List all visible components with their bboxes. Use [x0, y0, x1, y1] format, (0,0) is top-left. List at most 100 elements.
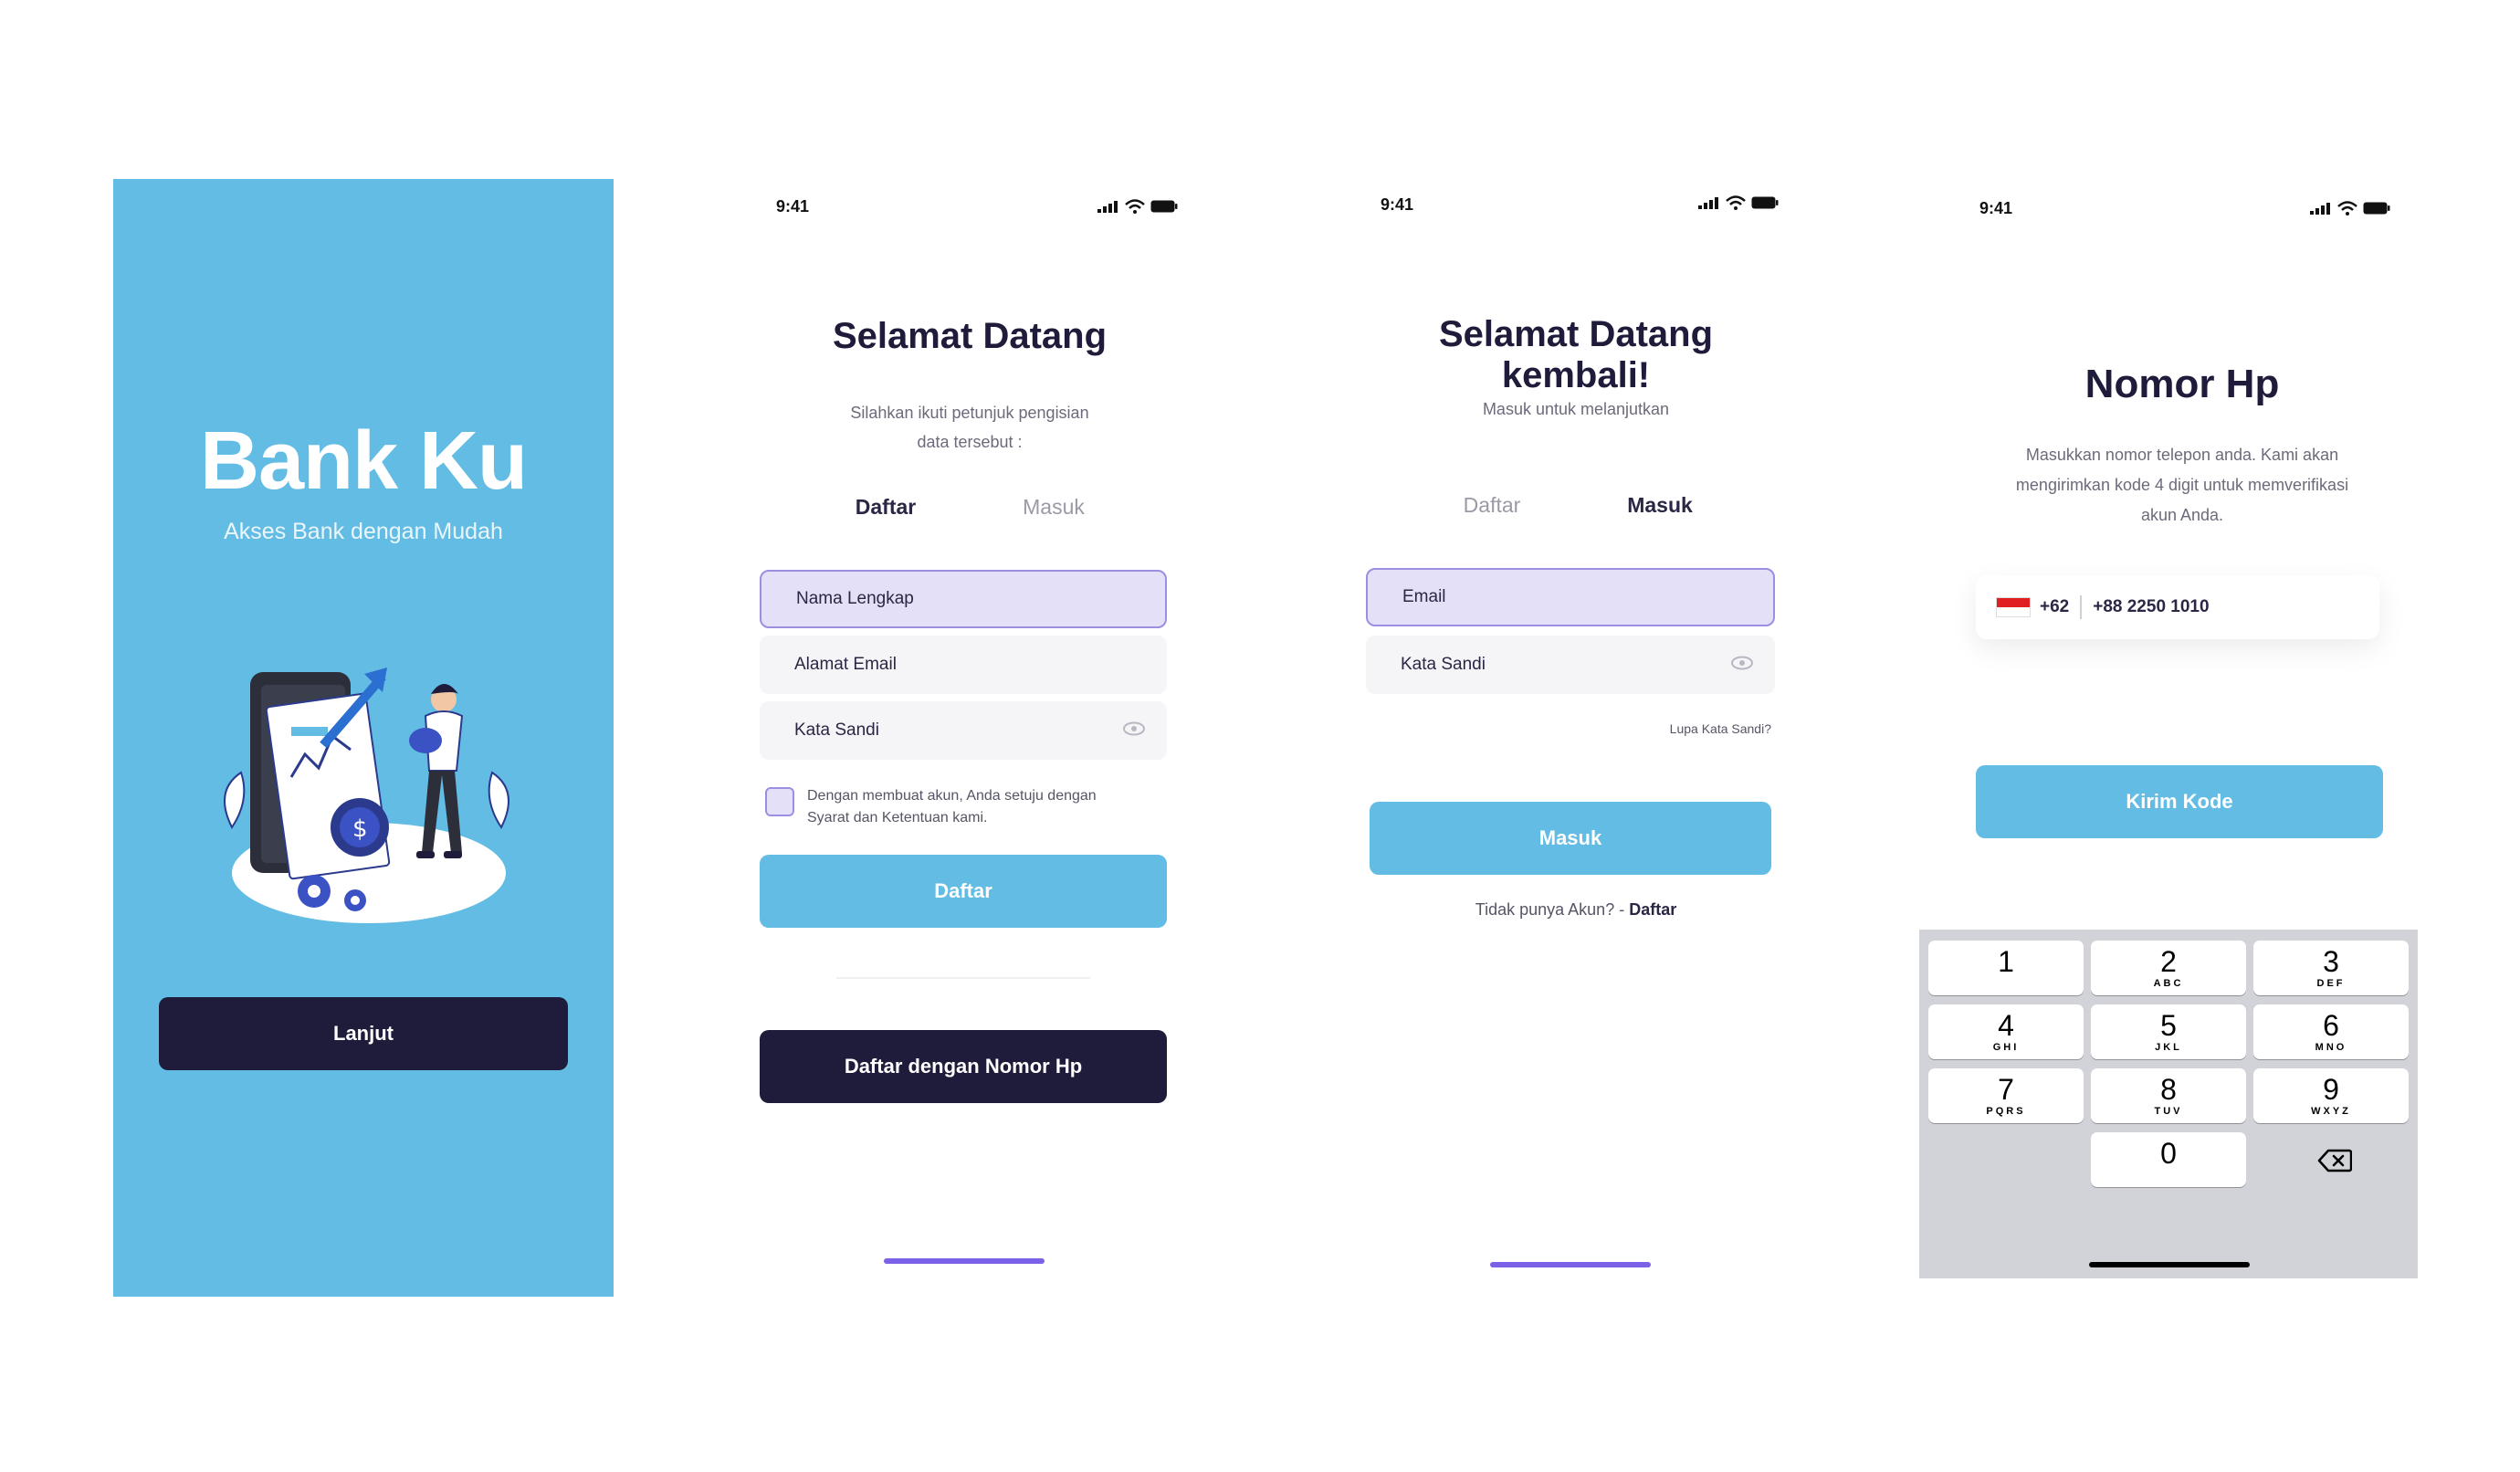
email-input[interactable]: Alamat Email — [760, 636, 1167, 694]
key-letters: MNO — [2315, 1042, 2347, 1053]
email-placeholder: Alamat Email — [794, 655, 897, 674]
brand-logo-text: Bank Ku — [199, 415, 528, 507]
page-subtitle-line1: Silahkan ikuti petunjuk pengisian — [850, 404, 1089, 422]
register-screen: 9:41 Selamat Datang Silahkan ikuti petun… — [760, 179, 1180, 1297]
key-digit: 7 — [1998, 1073, 2014, 1106]
keyboard-home-indicator — [2089, 1262, 2250, 1267]
full-name-input[interactable]: Nama Lengkap — [760, 570, 1167, 628]
banking-illustration: $ — [224, 668, 509, 923]
signup-prompt: Tidak punya Akun? - Daftar — [1366, 900, 1786, 920]
page-title: Selamat Datang — [832, 316, 1108, 356]
status-time: 9:41 — [776, 197, 810, 216]
page-subtitle-line2: data tersebut : — [917, 433, 1023, 451]
key-0[interactable]: 0 — [2091, 1132, 2246, 1187]
send-code-button[interactable]: Kirim Kode — [1976, 765, 2383, 838]
password-input[interactable]: Kata Sandi — [1366, 636, 1775, 694]
key-7[interactable]: 7 PQRS — [1928, 1068, 2084, 1123]
phone-number-value: +88 2250 1010 — [2093, 597, 2210, 616]
key-letters: ABC — [2153, 978, 2184, 989]
password-placeholder: Kata Sandi — [1401, 655, 1486, 674]
tab-daftar[interactable]: Daftar — [1408, 493, 1576, 518]
battery-icon — [1150, 200, 1178, 213]
key-5[interactable]: 5 JKL — [2091, 1004, 2246, 1059]
status-time: 9:41 — [1381, 195, 1414, 214]
key-digit: 5 — [2160, 1009, 2177, 1042]
divider — [836, 977, 1090, 979]
key-6[interactable]: 6 MNO — [2253, 1004, 2409, 1059]
key-digit: 9 — [2323, 1073, 2339, 1106]
key-letters: WXYZ — [2311, 1106, 2351, 1117]
input-separator — [2080, 595, 2083, 619]
password-input[interactable]: Kata Sandi — [760, 701, 1167, 760]
brand-tagline: Akses Bank dengan Mudah — [224, 519, 503, 544]
wifi-icon — [1125, 199, 1145, 214]
page-title: Nomor Hp — [2084, 362, 2280, 406]
forgot-password-link[interactable]: Lupa Kata Sandi? — [1670, 721, 1771, 736]
key-3[interactable]: 3 DEF — [2253, 941, 2409, 995]
key-2[interactable]: 2 ABC — [2091, 941, 2246, 995]
tab-masuk[interactable]: Masuk — [1576, 493, 1744, 518]
key-digit: 2 — [2160, 945, 2177, 978]
key-letters: GHI — [1992, 1042, 2020, 1053]
key-letters: TUV — [2154, 1106, 2183, 1117]
page-title: Selamat Datang kembali! — [1438, 314, 1714, 395]
key-letters: JKL — [2155, 1042, 2182, 1053]
terms-line2: Syarat dan Ketentuan kami. — [807, 810, 988, 825]
home-indicator — [884, 1258, 1045, 1264]
country-code[interactable]: +62 — [2040, 597, 2069, 617]
register-button[interactable]: Daftar — [760, 855, 1167, 928]
key-digit: 0 — [2160, 1137, 2177, 1170]
key-4[interactable]: 4 GHI — [1928, 1004, 2084, 1059]
terms-checkbox[interactable] — [765, 787, 794, 816]
home-indicator — [1490, 1262, 1651, 1267]
indonesia-flag-icon — [1996, 597, 2031, 617]
email-input[interactable]: Email — [1366, 568, 1775, 626]
key-digit: 6 — [2323, 1009, 2339, 1042]
signal-icon — [1097, 201, 1118, 213]
status-bar: 9:41 — [1972, 199, 2392, 226]
terms-line1: Dengan membuat akun, Anda setuju dengan — [807, 788, 1097, 804]
tab-masuk[interactable]: Masuk — [970, 495, 1138, 520]
tab-daftar[interactable]: Daftar — [802, 495, 970, 520]
splash-screen: Bank Ku Akses Bank dengan Mudah $ Lanjut — [113, 179, 614, 1297]
key-digit: 1 — [1998, 945, 2014, 978]
show-password-icon[interactable] — [1731, 656, 1753, 670]
email-placeholder: Email — [1402, 587, 1446, 606]
battery-icon — [2363, 202, 2390, 215]
show-password-icon[interactable] — [1123, 721, 1145, 736]
key-digit: 3 — [2323, 945, 2339, 978]
login-button[interactable]: Masuk — [1370, 802, 1771, 875]
key-letters: PQRS — [1986, 1106, 2026, 1117]
no-account-text: Tidak punya Akun? - — [1475, 900, 1630, 919]
key-digit: 8 — [2160, 1073, 2177, 1106]
backspace-icon[interactable] — [2317, 1149, 2352, 1172]
register-phone-button[interactable]: Daftar dengan Nomor Hp — [760, 1030, 1167, 1103]
login-screen: 9:41 Selamat Datang kembali! Masuk untuk… — [1366, 179, 1786, 1297]
battery-icon — [1751, 196, 1779, 209]
status-bar: 9:41 — [760, 197, 1180, 225]
page-subtitle-line1: Masukkan nomor telepon anda. Kami akan — [2025, 446, 2339, 464]
auth-tabs: Daftar Masuk — [1366, 493, 1786, 518]
password-placeholder: Kata Sandi — [794, 720, 879, 740]
status-time: 9:41 — [1979, 199, 2013, 217]
page-subtitle: Masuk untuk melanjutkan — [1482, 400, 1670, 418]
key-8[interactable]: 8 TUV — [2091, 1068, 2246, 1123]
terms-text: Dengan membuat akun, Anda setuju dengan … — [807, 785, 1097, 829]
status-bar: 9:41 — [1366, 195, 1786, 223]
signal-icon — [2310, 203, 2330, 215]
phone-number-input[interactable]: +62 +88 2250 1010 — [1976, 575, 2379, 639]
signup-link[interactable]: Daftar — [1629, 900, 1676, 919]
full-name-placeholder: Nama Lengkap — [796, 589, 914, 608]
auth-tabs: Daftar Masuk — [760, 495, 1180, 520]
wifi-icon — [1726, 195, 1746, 210]
signal-icon — [1698, 197, 1718, 209]
wifi-icon — [2337, 201, 2357, 216]
key-1[interactable]: 1 — [1928, 941, 2084, 995]
page-subtitle-line3: akun Anda. — [2140, 506, 2224, 524]
continue-button[interactable]: Lanjut — [159, 997, 568, 1070]
key-digit: 4 — [1998, 1009, 2014, 1042]
key-9[interactable]: 9 WXYZ — [2253, 1068, 2409, 1123]
numeric-keypad: 1 2 ABC 3 DEF 4 GHI 5 JKL 6 MNO 7 PQRS 8 TUV 9W… — [1919, 930, 2418, 1278]
page-subtitle-line2: mengirimkan kode 4 digit untuk memverifi… — [2015, 476, 2349, 494]
svg-text:$: $ — [352, 815, 368, 843]
